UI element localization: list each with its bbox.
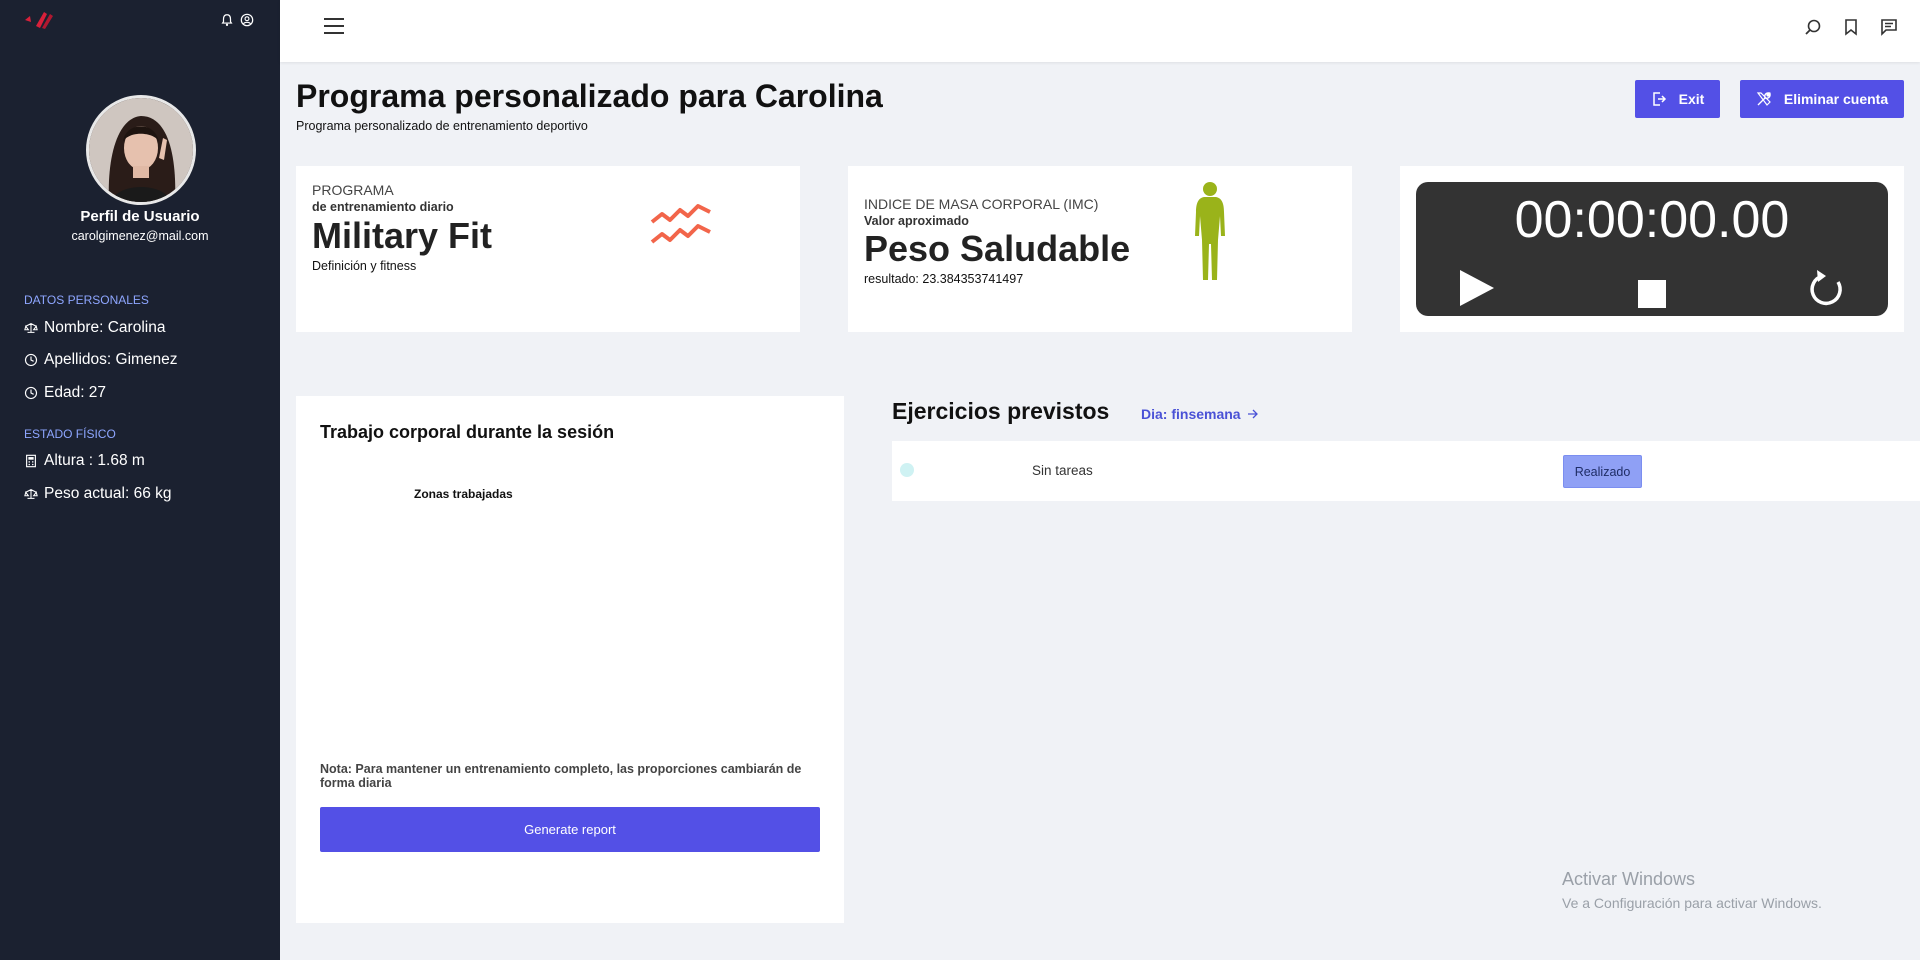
bmi-card: INDICE DE MASA CORPORAL (IMC) Valor apro…: [848, 166, 1352, 332]
delete-account-label: Eliminar cuenta: [1783, 91, 1889, 107]
reset-icon[interactable]: [1808, 268, 1848, 310]
program-label: PROGRAMA: [312, 182, 394, 198]
info-weight-text: Peso actual: 66 kg: [44, 485, 172, 502]
tools-icon: [1756, 92, 1771, 106]
profile-title: Perfil de Usuario: [80, 208, 200, 225]
info-name-text: Nombre: Carolina: [44, 319, 166, 336]
scale-icon: [24, 323, 38, 333]
menu-icon[interactable]: [324, 18, 344, 36]
bmi-result: resultado: 23.384353741497: [864, 272, 1024, 286]
info-height: Altura : 1.68 m: [24, 452, 145, 470]
scale-icon: [24, 489, 38, 499]
page-title: Programa personalizado para Carolina: [296, 78, 883, 114]
day-link-label: Dia: finsemana: [1141, 406, 1241, 422]
delete-account-button[interactable]: Eliminar cuenta: [1740, 80, 1904, 118]
program-card: PROGRAMA de entrenamiento diario Militar…: [296, 166, 800, 332]
bookmark-icon[interactable]: [1842, 18, 1860, 36]
message-icon[interactable]: [1880, 18, 1898, 36]
bmi-status: Peso Saludable: [864, 228, 1131, 269]
task-status-dot: [900, 463, 914, 477]
zones-chart-title: Zonas trabajadas: [414, 487, 513, 501]
clock-icon: [24, 386, 38, 400]
bmi-sub: Valor aproximado: [864, 214, 969, 228]
clock-icon: [24, 353, 38, 367]
info-weight: Peso actual: 66 kg: [24, 485, 172, 503]
personal-data-section-title: DATOS PERSONALES: [24, 293, 149, 307]
task-row: Sin tareas Realizado: [892, 441, 1920, 501]
zigzag-icon: [650, 204, 711, 244]
avatar: [86, 95, 196, 205]
program-desc: Definición y fitness: [312, 259, 417, 273]
body-work-title: Trabajo corporal durante la sesión: [320, 422, 615, 442]
task-text: Sin tareas: [1032, 463, 1093, 478]
exit-button-label: Exit: [1678, 91, 1705, 107]
bell-icon[interactable]: [220, 13, 234, 27]
page-subtitle: Programa personalizado de entrenamiento …: [296, 119, 588, 133]
bmi-label: INDICE DE MASA CORPORAL (IMC): [864, 196, 1099, 212]
program-name: Military Fit: [312, 215, 493, 256]
timer-display: 00:00:00.00: [1514, 191, 1790, 249]
stop-icon[interactable]: [1638, 280, 1666, 308]
task-done-button[interactable]: Realizado: [1563, 455, 1642, 488]
physical-state-section-title: ESTADO FÍSICO: [24, 427, 116, 441]
profile-email: carolgimenez@mail.com: [71, 229, 209, 243]
activation-watermark-title: Activar Windows: [1562, 869, 1696, 889]
arrow-right-icon: [1247, 409, 1258, 419]
day-link[interactable]: Dia: finsemana: [1141, 406, 1259, 422]
training-note: Nota: Para mantener un entrenamiento com…: [320, 762, 802, 791]
exit-icon: [1652, 92, 1666, 106]
info-surname: Apellidos: Gimenez: [24, 351, 178, 369]
search-icon[interactable]: [1804, 18, 1822, 36]
generate-report-button[interactable]: Generate report: [320, 807, 820, 852]
user-circle-icon[interactable]: [240, 13, 254, 27]
info-age-text: Edad: 27: [44, 384, 107, 401]
app-logo[interactable]: [22, 8, 66, 30]
top-bar: [280, 0, 1920, 62]
info-height-text: Altura : 1.68 m: [44, 452, 145, 469]
activation-watermark-text: Ve a Configuración para activar Windows.: [1562, 895, 1822, 911]
sidebar: Perfil de Usuario carolgimenez@mail.com …: [0, 0, 280, 960]
exit-button[interactable]: Exit: [1635, 80, 1720, 118]
info-surname-text: Apellidos: Gimenez: [44, 351, 178, 368]
program-sub: de entrenamiento diario: [312, 200, 454, 214]
info-age: Edad: 27: [24, 384, 106, 402]
exercises-title: Ejercicios previstos: [892, 398, 1110, 424]
stopwatch: 00:00:00.00: [1416, 182, 1888, 316]
play-icon[interactable]: [1456, 268, 1496, 308]
body-silhouette-icon: [1195, 182, 1225, 280]
info-name: Nombre: Carolina: [24, 319, 165, 337]
calculator-icon: [26, 454, 36, 468]
